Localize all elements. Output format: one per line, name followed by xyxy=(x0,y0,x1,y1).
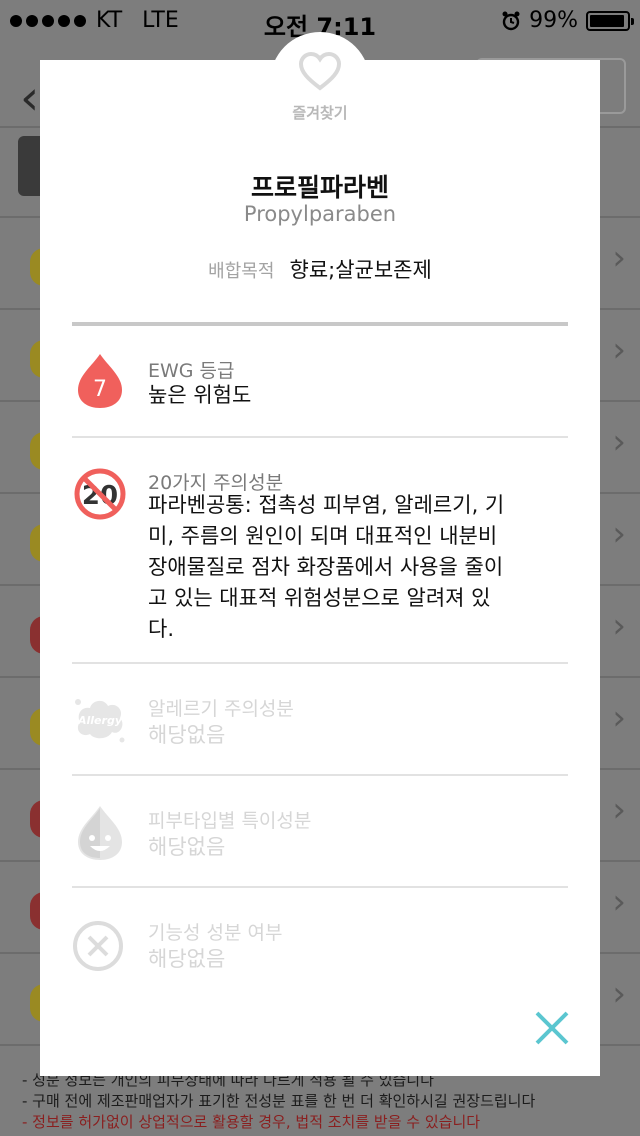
chevron-right-icon: › xyxy=(612,330,626,370)
chevron-right-icon: › xyxy=(612,514,626,554)
chevron-right-icon: › xyxy=(612,698,626,738)
divider xyxy=(72,774,568,776)
purpose-row: 배합목적 향료;살균보존제 xyxy=(40,254,600,284)
caution-line: 장애물질로 점차 화장품에서 사용을 줄이 xyxy=(148,555,504,579)
ingredient-name-en: Propylparaben xyxy=(243,202,397,226)
disclaimer-line: - 구매 전에 제조판매업자가 표기한 전성분 표를 한 번 더 확인하시길 권… xyxy=(22,1092,536,1110)
skin-type-value: 해당없음 xyxy=(148,835,226,859)
allergy-value: 해당없음 xyxy=(148,723,226,747)
close-icon xyxy=(535,1011,569,1045)
disclaimer-notes: - 성분 정보는 개인의 피부상태에 따라 다르게 적용 될 수 있습니다 - … xyxy=(22,1070,535,1133)
no-20-icon: 20 xyxy=(72,466,128,522)
chevron-right-icon: › xyxy=(612,882,626,922)
divider xyxy=(72,662,568,664)
chevron-right-icon: › xyxy=(612,790,626,830)
smiling-drop-icon xyxy=(72,804,128,860)
battery-percent: 99% xyxy=(529,8,578,33)
caution-line: 파라벤공통: 접촉성 피부염, 알레르기, 기 xyxy=(148,493,505,517)
ewg-title: EWG 등급 xyxy=(148,360,235,382)
divider xyxy=(72,322,568,326)
heart-icon xyxy=(270,51,370,98)
ewg-drop-icon: 7 xyxy=(72,352,128,408)
allergy-title: 알레르기 주의성분 xyxy=(148,698,294,720)
divider xyxy=(72,436,568,438)
chevron-right-icon: › xyxy=(612,606,626,646)
functional-value: 해당없음 xyxy=(148,947,226,971)
chevron-right-icon: › xyxy=(612,974,626,1014)
purpose-value: 향료;살균보존제 xyxy=(289,258,432,282)
ewg-grade-number: 7 xyxy=(93,377,107,402)
chevron-right-icon: › xyxy=(612,238,626,278)
chevron-right-icon: › xyxy=(612,422,626,462)
divider xyxy=(72,886,568,888)
disclaimer-line: - 정보를 허가없이 상업적으로 활용할 경우, 법적 조치를 받을 수 있습니… xyxy=(22,1113,481,1131)
caution-line: 다. xyxy=(148,617,174,641)
functional-title: 기능성 성분 여부 xyxy=(148,922,283,944)
caution-line: 고 있는 대표적 위험성분으로 알려져 있 xyxy=(148,586,491,610)
ewg-value: 높은 위험도 xyxy=(148,383,252,407)
battery-icon xyxy=(586,10,634,31)
allergy-icon: Allergy xyxy=(72,692,128,748)
x-circle-icon xyxy=(72,916,128,972)
favorite-label: 즐겨찾기 xyxy=(292,104,348,122)
caution-line: 미, 주름의 원인이 되며 대표적인 내분비 xyxy=(148,524,498,548)
favorite-button[interactable]: 즐겨찾기 xyxy=(270,51,370,123)
alarm-icon xyxy=(502,11,520,30)
back-icon[interactable]: ‹ xyxy=(20,70,39,126)
ingredient-name-ko: 프로필파라벤 xyxy=(250,173,389,202)
skin-type-title: 피부타입별 특이성분 xyxy=(148,810,312,832)
caution-description: 파라벤공통: 접촉성 피부염, 알레르기, 기 미, 주름의 원인이 되며 대표… xyxy=(148,490,540,645)
close-button[interactable] xyxy=(534,1010,570,1046)
purpose-label: 배합목적 xyxy=(208,261,275,282)
allergy-icon-text: Allergy xyxy=(77,714,123,727)
